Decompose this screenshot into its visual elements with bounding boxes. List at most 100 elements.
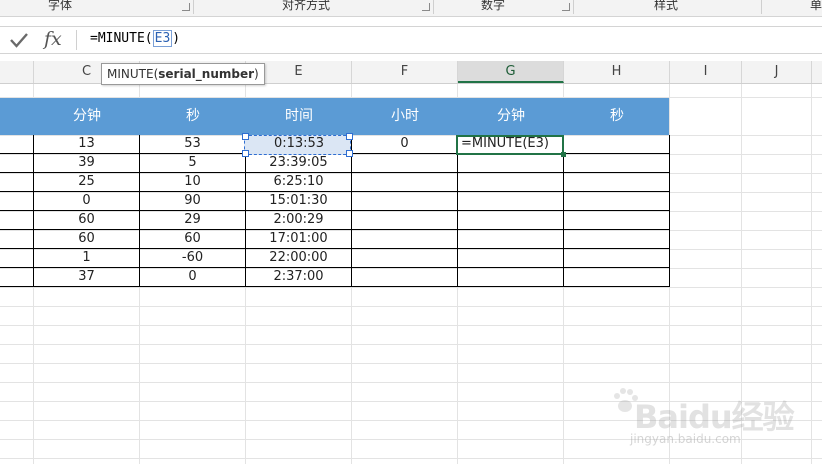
table-cell[interactable]: 25	[34, 173, 140, 192]
table-cell[interactable]	[0, 173, 34, 192]
table-cell[interactable]	[0, 230, 34, 249]
watermark: Baidu经验 jingyan.baidu.com	[612, 372, 812, 452]
cell-e3-value: 0:13:53	[273, 136, 325, 151]
table-cell[interactable]: 22:00:00	[246, 249, 352, 268]
table-row: 39 5 23:39:05	[0, 154, 670, 173]
column-header-F[interactable]: F	[352, 61, 458, 83]
formula-prefix: =MINUTE(	[90, 31, 153, 46]
table-cell[interactable]	[0, 249, 34, 268]
header-time[interactable]: 时间	[246, 98, 352, 135]
ribbon-group-styles-label: 样式	[654, 0, 679, 12]
table-cell[interactable]	[0, 211, 34, 230]
table-row: 60 29 2:00:29	[0, 211, 670, 230]
table-cell[interactable]	[0, 135, 34, 154]
table-cell[interactable]: 0	[34, 192, 140, 211]
table-cell[interactable]: 1	[34, 249, 140, 268]
table-cell[interactable]	[564, 192, 670, 211]
ribbon-group-styles: 样式	[574, 0, 762, 16]
table-cell[interactable]: 10	[140, 173, 246, 192]
ribbon-group-alignment-label: 对齐方式	[282, 0, 331, 12]
ribbon-group-cells: 单	[762, 0, 822, 16]
column-header-G[interactable]: G	[458, 61, 564, 83]
table-cell[interactable]: 29	[140, 211, 246, 230]
function-tooltip[interactable]: MINUTE(serial_number)	[101, 63, 265, 85]
column-header-H[interactable]: H	[564, 61, 670, 83]
table-row: 1 -60 22:00:00	[0, 249, 670, 268]
column-header-B[interactable]	[0, 61, 34, 83]
table-row: 60 60 17:01:00	[0, 230, 670, 249]
table-cell[interactable]: 13	[34, 135, 140, 154]
table-cell[interactable]	[352, 249, 458, 268]
table-cell[interactable]	[564, 154, 670, 173]
table-cell[interactable]	[352, 154, 458, 173]
table-cell[interactable]: 37	[34, 268, 140, 287]
table-cell[interactable]	[458, 230, 564, 249]
table-cell[interactable]	[564, 173, 670, 192]
table-cell[interactable]	[352, 230, 458, 249]
header-minute-1[interactable]: 分钟	[34, 98, 140, 135]
table-cell[interactable]	[352, 268, 458, 287]
column-header-J[interactable]: J	[742, 61, 812, 83]
table-cell[interactable]: -60	[140, 249, 246, 268]
column-header-K[interactable]	[812, 61, 822, 83]
table-cell[interactable]	[352, 211, 458, 230]
worksheet-grid[interactable]: 分钟 秒 时间 小时 分钟 秒 13 53 0:13:53 0 =MINUTE(…	[0, 84, 822, 464]
ribbon-group-cells-label: 单	[810, 0, 822, 12]
formula-cell-reference: E3	[152, 30, 173, 47]
table-row: 37 0 2:37:00	[0, 268, 670, 287]
table-cell[interactable]	[564, 268, 670, 287]
header-second-2[interactable]: 秒	[564, 98, 670, 135]
table-header-row: 分钟 秒 时间 小时 分钟 秒	[0, 98, 669, 135]
table-cell[interactable]	[458, 154, 564, 173]
ribbon-group-alignment: 对齐方式	[194, 0, 434, 16]
table-cell[interactable]: 39	[34, 154, 140, 173]
table-cell[interactable]	[352, 192, 458, 211]
checkmark-icon[interactable]	[8, 29, 30, 51]
fx-icon[interactable]: fx	[44, 28, 62, 50]
ribbon-group-font: 字体	[0, 0, 194, 16]
table-cell[interactable]: 60	[34, 230, 140, 249]
alignment-dialog-launcher-icon[interactable]	[422, 3, 430, 11]
table-row: 25 10 6:25:10	[0, 173, 670, 192]
table-cell[interactable]: 0	[140, 268, 246, 287]
table-cell[interactable]: 53	[140, 135, 246, 154]
table-cell[interactable]: 0	[352, 135, 458, 154]
table-cell[interactable]	[458, 211, 564, 230]
header-hour[interactable]: 小时	[352, 98, 458, 135]
header-minute-2[interactable]: 分钟	[458, 98, 564, 135]
tooltip-function: MINUTE(	[107, 67, 159, 81]
table-cell[interactable]	[458, 173, 564, 192]
ribbon-group-font-label: 字体	[48, 0, 73, 12]
table-cell[interactable]: 60	[34, 211, 140, 230]
table-cell[interactable]: 6:25:10	[246, 173, 352, 192]
formula-input[interactable]: =MINUTE(E3)	[90, 30, 181, 47]
number-dialog-launcher-icon[interactable]	[562, 3, 570, 11]
ribbon-group-number: 数字	[434, 0, 574, 16]
column-header-I[interactable]: I	[670, 61, 742, 83]
table-cell[interactable]: 17:01:00	[246, 230, 352, 249]
header-second-1[interactable]: 秒	[140, 98, 246, 135]
table-cell[interactable]	[458, 249, 564, 268]
table-cell[interactable]: 90	[140, 192, 246, 211]
table-cell[interactable]	[0, 154, 34, 173]
table-cell[interactable]: 23:39:05	[246, 154, 352, 173]
table-cell[interactable]: 15:01:30	[246, 192, 352, 211]
table-cell[interactable]	[564, 230, 670, 249]
table-cell[interactable]	[352, 173, 458, 192]
ribbon-group-number-label: 数字	[481, 0, 506, 12]
table-cell[interactable]	[0, 192, 34, 211]
fill-handle[interactable]	[561, 152, 566, 157]
table-cell[interactable]: 2:37:00	[246, 268, 352, 287]
table-cell[interactable]	[0, 268, 34, 287]
table-cell[interactable]	[564, 249, 670, 268]
font-dialog-launcher-icon[interactable]	[182, 3, 190, 11]
table-cell[interactable]	[458, 268, 564, 287]
table-cell[interactable]: 2:00:29	[246, 211, 352, 230]
table-cell[interactable]	[564, 135, 670, 154]
table-cell[interactable]	[564, 211, 670, 230]
table-cell[interactable]: 60	[140, 230, 246, 249]
table-cell[interactable]	[458, 192, 564, 211]
formula-suffix: )	[172, 31, 181, 46]
table-cell[interactable]: 5	[140, 154, 246, 173]
tooltip-argument[interactable]: serial_number	[158, 67, 254, 81]
